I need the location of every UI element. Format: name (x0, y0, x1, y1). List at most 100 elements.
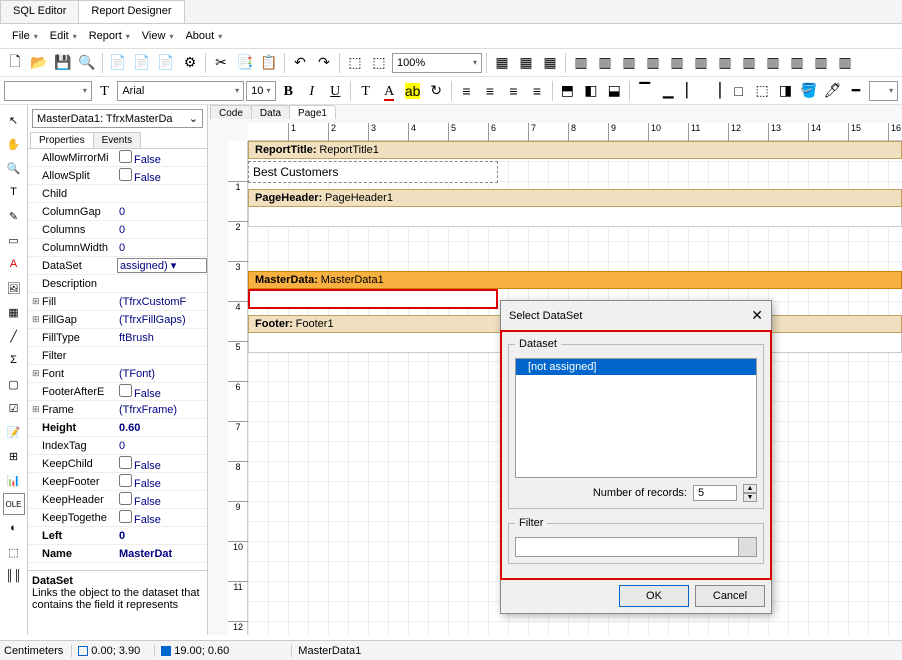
checkbox-tool[interactable]: ☑ (3, 397, 25, 419)
tab-page1[interactable]: Page1 (289, 105, 336, 119)
prop-row-child[interactable]: Child (28, 185, 207, 203)
tab-properties[interactable]: Properties (30, 132, 94, 148)
undo-button[interactable] (289, 52, 311, 74)
richtext-tool[interactable]: 📝 (3, 421, 25, 443)
frame-right-button[interactable]: ▕ (704, 80, 725, 102)
sum-tool[interactable]: Σ (3, 349, 25, 371)
center-h-button[interactable] (762, 52, 784, 74)
chart-tool[interactable]: 📊 (3, 469, 25, 491)
copy-button[interactable] (234, 52, 256, 74)
frame-shadow-button[interactable]: ◨ (775, 80, 796, 102)
zoom-combo[interactable]: 100% (392, 53, 482, 73)
text-align-center-button[interactable]: ≡ (479, 80, 500, 102)
space-v-button[interactable] (738, 52, 760, 74)
valign-bottom-button[interactable]: ⬓ (604, 80, 625, 102)
filter-input[interactable] (516, 538, 738, 556)
prop-row-filltype[interactable]: FillTypeftBrush (28, 329, 207, 347)
prop-row-allowmirrormi[interactable]: AllowMirrorMiFalse (28, 149, 207, 167)
align-left-edges-button[interactable] (570, 52, 592, 74)
num-records-input[interactable] (693, 485, 737, 501)
save-button[interactable] (52, 52, 74, 74)
gradient-tool[interactable]: ◐ (3, 517, 25, 539)
title-text-object[interactable]: Best Customers (248, 161, 498, 183)
align-tops-button[interactable] (642, 52, 664, 74)
prop-row-columngap[interactable]: ColumnGap0 (28, 203, 207, 221)
menu-about[interactable]: About (181, 28, 226, 44)
tab-sql-editor[interactable]: SQL Editor (0, 0, 79, 23)
prop-row-keepchild[interactable]: KeepChildFalse (28, 455, 207, 473)
other-tool[interactable]: ⬚ (3, 541, 25, 563)
menu-edit[interactable]: Edit (46, 28, 81, 44)
zoom-tool[interactable]: 🔍 (3, 157, 25, 179)
shape-tool[interactable]: ▢ (3, 373, 25, 395)
italic-button[interactable] (301, 80, 322, 102)
align-centers-button[interactable] (594, 52, 616, 74)
ole-tool[interactable]: OLE (3, 493, 25, 515)
ok-button[interactable]: OK (619, 585, 689, 607)
prop-row-frame[interactable]: ⊞Frame(TfrxFrame) (28, 401, 207, 419)
underline-button[interactable] (325, 80, 346, 102)
fill-color-button[interactable]: 🪣 (798, 80, 819, 102)
prop-row-dataset[interactable]: DataSetassigned) ▾ (28, 257, 207, 275)
text-tool[interactable]: T (3, 181, 25, 203)
bold-button[interactable] (278, 80, 299, 102)
add-dialog-button[interactable] (131, 52, 153, 74)
object-combo[interactable]: MasterData1: TfrxMasterDa (32, 109, 203, 128)
prop-row-filter[interactable]: Filter (28, 347, 207, 365)
valign-middle-button[interactable]: ◧ (580, 80, 601, 102)
prop-row-columns[interactable]: Columns0 (28, 221, 207, 239)
same-height-button[interactable] (834, 52, 856, 74)
align-bottoms-button[interactable] (690, 52, 712, 74)
font-color-button[interactable] (378, 80, 399, 102)
prop-row-footeraftere[interactable]: FooterAfterEFalse (28, 383, 207, 401)
prop-row-description[interactable]: Description (28, 275, 207, 293)
prop-row-columnwidth[interactable]: ColumnWidth0 (28, 239, 207, 257)
picture-tool[interactable]: 🖼 (3, 277, 25, 299)
font-combo[interactable]: Arial (117, 81, 244, 101)
font-settings-button[interactable] (355, 80, 376, 102)
memo-tool[interactable]: A (3, 253, 25, 275)
same-width-button[interactable] (810, 52, 832, 74)
band-tool[interactable]: ▭ (3, 229, 25, 251)
prop-row-font[interactable]: ⊞Font(TFont) (28, 365, 207, 383)
fit-button[interactable] (539, 52, 561, 74)
align-middles-button[interactable] (666, 52, 688, 74)
menu-report[interactable]: Report (85, 28, 134, 44)
snap-button[interactable] (515, 52, 537, 74)
dataset-item-not-assigned[interactable]: [not assigned] (516, 359, 756, 375)
tab-events[interactable]: Events (93, 132, 142, 148)
preview-button[interactable] (76, 52, 98, 74)
barcode-tool[interactable]: ║║ (3, 565, 25, 587)
prop-row-name[interactable]: NameMasterDat (28, 545, 207, 563)
prop-row-fillgap[interactable]: ⊞FillGap(TfrxFillGaps) (28, 311, 207, 329)
font-size-combo[interactable]: 10 (246, 81, 275, 101)
master-data-body[interactable] (248, 289, 498, 309)
dialog-close-button[interactable]: ✕ (751, 307, 763, 324)
prop-row-indextag[interactable]: IndexTag0 (28, 437, 207, 455)
master-data-band[interactable]: MasterData: MasterData1 (248, 271, 902, 289)
group-button[interactable] (344, 52, 366, 74)
prop-row-fill[interactable]: ⊞Fill(TfrxCustomF (28, 293, 207, 311)
spinner-down-button[interactable]: ▼ (743, 493, 757, 502)
grid-button[interactable] (491, 52, 513, 74)
menu-view[interactable]: View (138, 28, 178, 44)
page-header-band[interactable]: PageHeader: PageHeader1 (248, 189, 902, 207)
align-right-edges-button[interactable] (618, 52, 640, 74)
property-grid[interactable]: AllowMirrorMiFalseAllowSplitFalseChildCo… (28, 149, 207, 571)
space-h-button[interactable] (714, 52, 736, 74)
text-align-left-button[interactable]: ≡ (456, 80, 477, 102)
prop-row-keepheader[interactable]: KeepHeaderFalse (28, 491, 207, 509)
valign-top-button[interactable]: ⬒ (557, 80, 578, 102)
frame-style-button[interactable]: ━ (845, 80, 866, 102)
frame-all-button[interactable]: □ (728, 80, 749, 102)
crosstab-tool[interactable]: ⊞ (3, 445, 25, 467)
add-page-button[interactable] (107, 52, 129, 74)
dataset-listbox[interactable]: [not assigned] (515, 358, 757, 478)
cut-button[interactable] (210, 52, 232, 74)
rotate-button[interactable]: ↻ (425, 80, 446, 102)
spinner-up-button[interactable]: ▲ (743, 484, 757, 493)
line-tool[interactable]: ╱ (3, 325, 25, 347)
frame-none-button[interactable]: ⬚ (751, 80, 772, 102)
menu-file[interactable]: File (8, 28, 42, 44)
frame-bottom-button[interactable]: ▁ (657, 80, 678, 102)
